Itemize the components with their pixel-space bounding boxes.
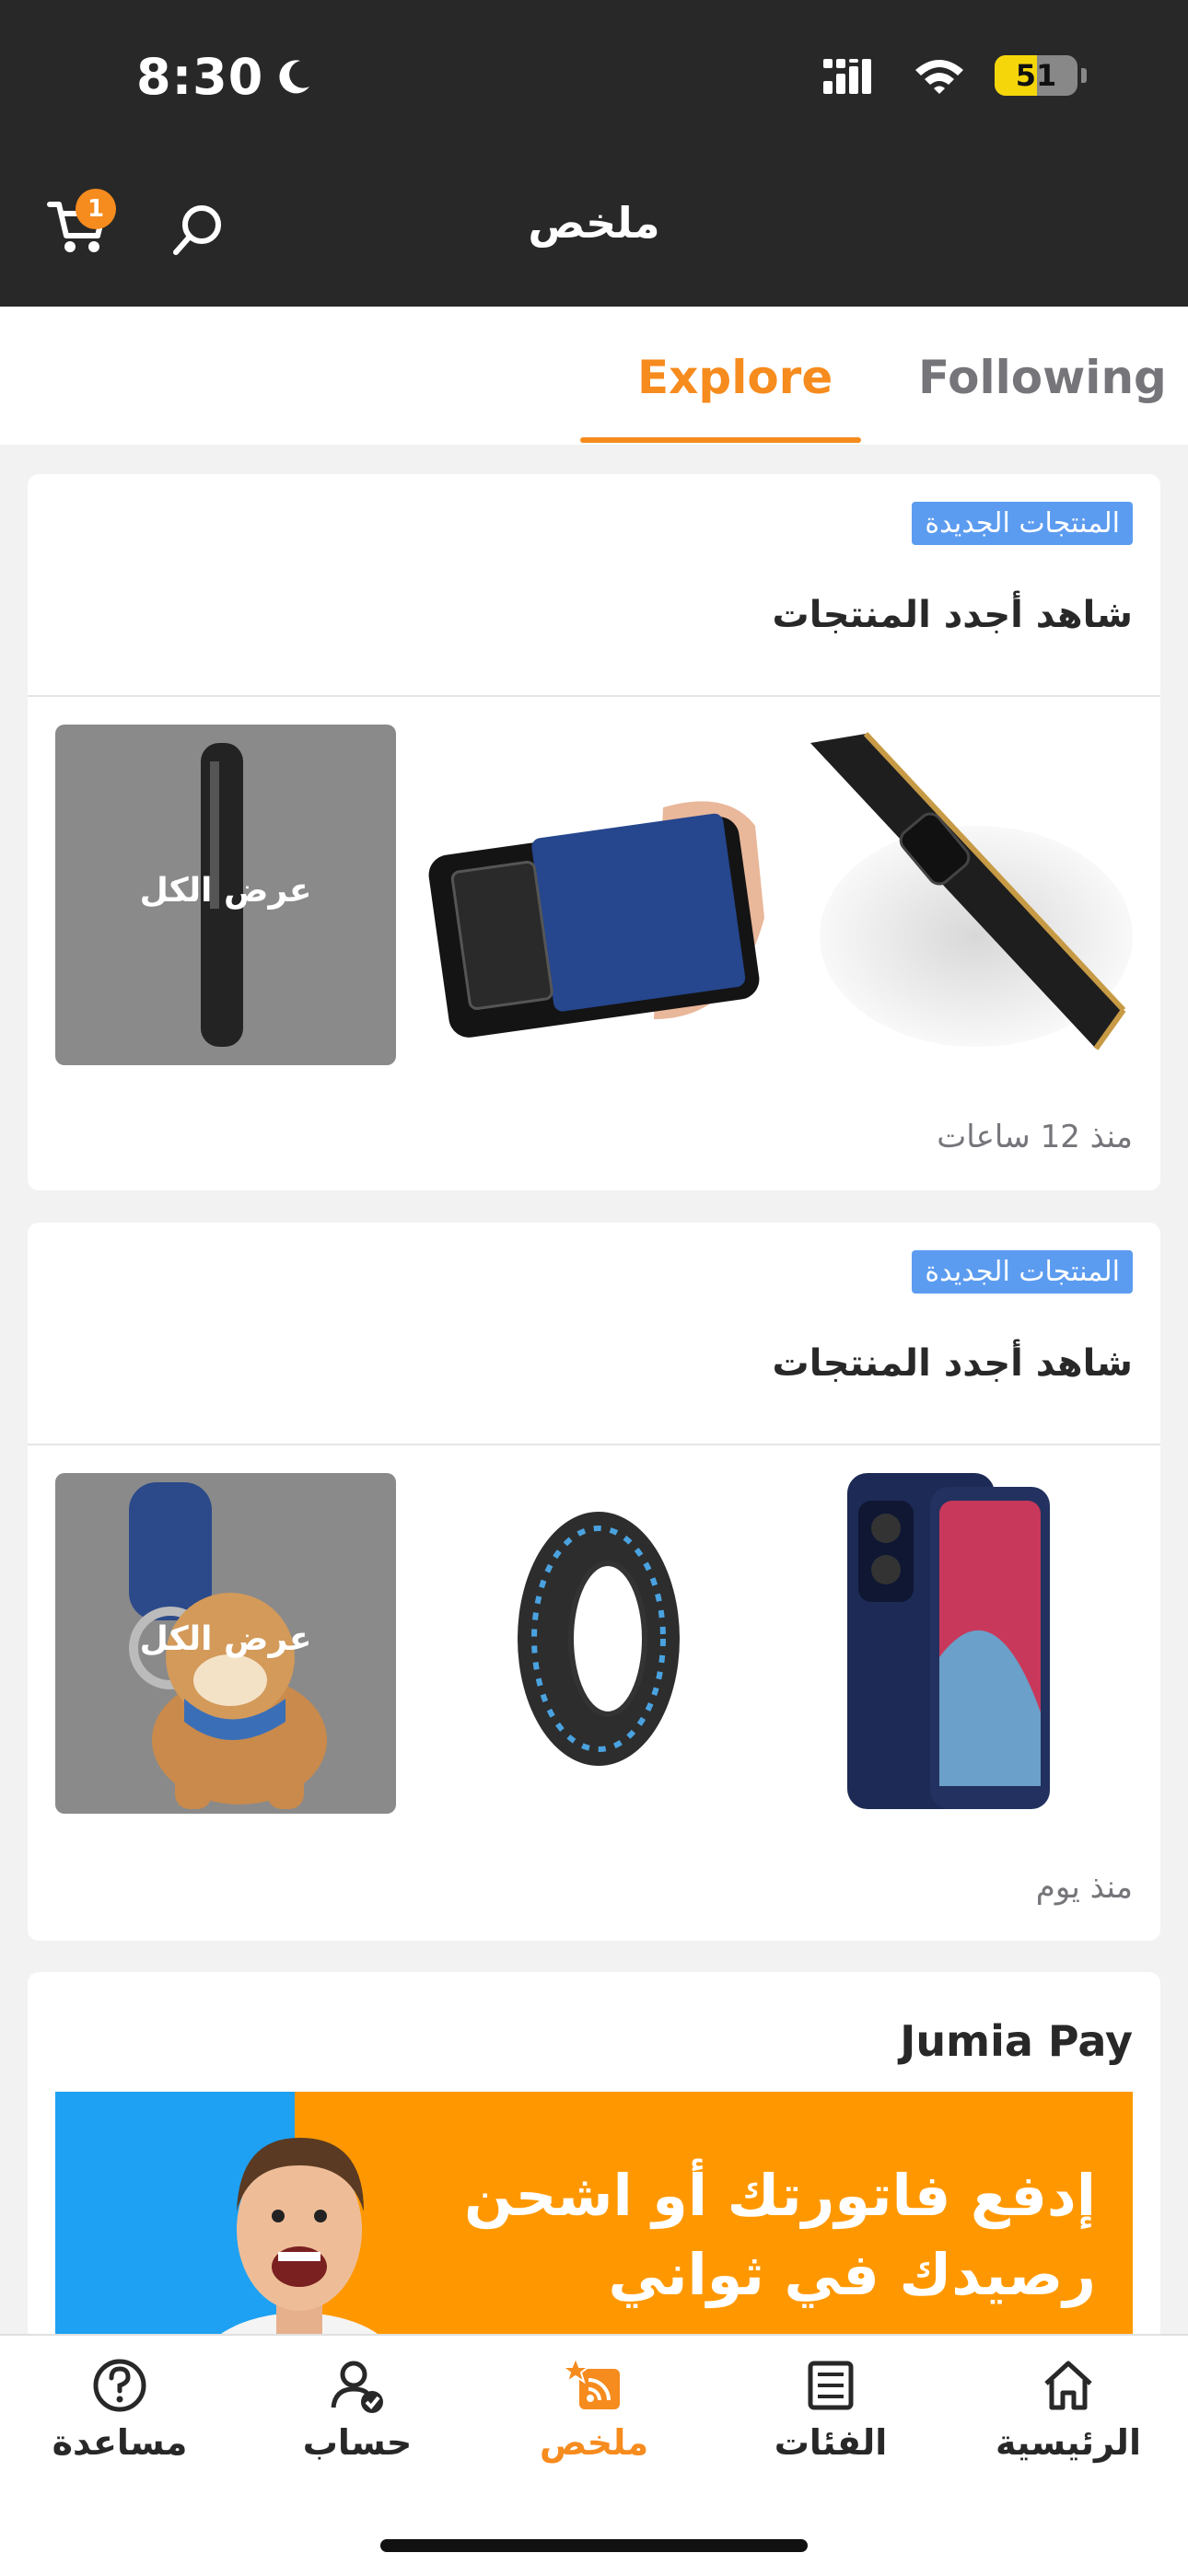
account-icon [331, 2361, 383, 2413]
navy-phone-case-image [792, 1473, 1133, 1814]
product-thumbnail-blue-leather-case[interactable] [424, 725, 764, 1065]
feed-icon [561, 2356, 620, 2409]
nav-account[interactable]: حساب [256, 2356, 459, 2463]
view-all-label: عرض الكل [139, 872, 312, 910]
wifi-icon [915, 60, 963, 94]
divider [28, 695, 1160, 697]
top-bar: 8:30 51 1 ملخص [0, 0, 1188, 307]
status-time: 8:30 [136, 48, 313, 106]
new-products-badge: المنتجات الجديدة [912, 1250, 1133, 1294]
nav-home[interactable]: الرئيسية [967, 2356, 1170, 2463]
home-icon [1044, 2361, 1092, 2410]
post-time: منذ يوم [1035, 1869, 1133, 1906]
product-thumbnail-scooter-tire[interactable] [424, 1473, 764, 1814]
home-indicator[interactable] [380, 2539, 808, 2552]
nav-categories[interactable]: الفئات [729, 2356, 932, 2463]
divider [28, 1444, 1160, 1445]
nav-help[interactable]: مساعدة [18, 2356, 221, 2463]
tab-explore[interactable]: Explore [637, 351, 833, 404]
jumia-pay-title: Jumia Pay [900, 2016, 1133, 2066]
smiling-man-image [212, 2138, 387, 2340]
nav-feed[interactable]: ملخص [493, 2356, 695, 2463]
banner-text: إدفع فاتورتك أو اشحن رصيدك في ثواني [464, 2162, 1096, 2308]
scooter-tire-image [424, 1473, 764, 1814]
jumia-pay-card[interactable]: Jumia Pay إدفع فاتورتك أو اشحن رصيدك في … [28, 1972, 1160, 2340]
product-thumbnail-navy-phone-case[interactable] [792, 1473, 1133, 1814]
new-products-badge: المنتجات الجديدة [912, 502, 1133, 545]
battery-indicator: 51 [995, 55, 1077, 96]
page-title: ملخص [528, 198, 660, 248]
card-title: شاهد أجدد المنتجات [772, 594, 1133, 636]
active-tab-indicator [580, 437, 861, 443]
status-indicators: 51 [823, 55, 1087, 96]
battery-cap [1081, 68, 1087, 83]
product-thumbnail-black-phone-case[interactable] [792, 725, 1133, 1065]
feed-card[interactable]: المنتجات الجديدة شاهد أجدد المنتجات عرض … [28, 474, 1160, 1190]
help-icon [93, 2359, 146, 2412]
jumia-pay-banner[interactable]: إدفع فاتورتك أو اشحن رصيدك في ثواني [55, 2092, 1133, 2340]
blue-leather-case-image [424, 725, 764, 1065]
view-all-label: عرض الكل [139, 1620, 312, 1658]
view-all-tile[interactable]: عرض الكل [55, 1473, 396, 1814]
signal-icon [823, 59, 871, 94]
feed-tabs: Explore Following [0, 307, 1188, 445]
view-all-tile[interactable]: عرض الكل [55, 725, 396, 1065]
tab-following[interactable]: Following [918, 351, 1167, 404]
post-time: منذ 12 ساعات [937, 1119, 1133, 1155]
moon-icon [279, 59, 310, 93]
categories-icon [808, 2361, 854, 2410]
card-title: شاهد أجدد المنتجات [772, 1342, 1133, 1385]
feed-card[interactable]: المنتجات الجديدة شاهد أجدد المنتجات عرض … [28, 1223, 1160, 1941]
black-phone-case-image [792, 725, 1133, 1065]
